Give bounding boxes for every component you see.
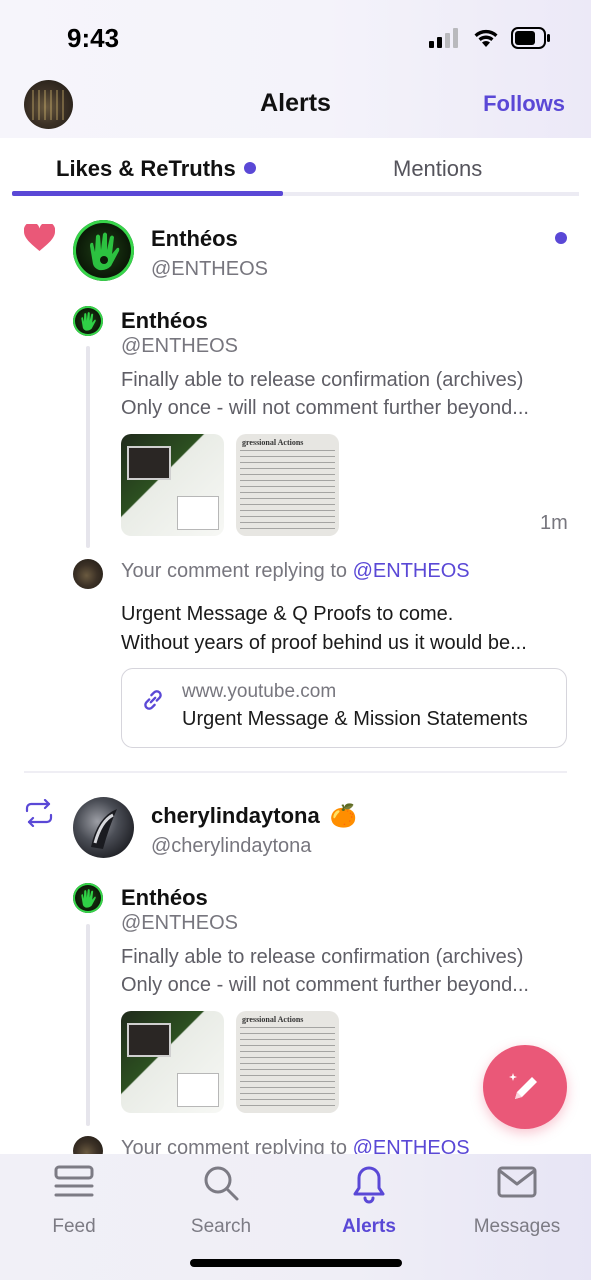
- heart-icon: [24, 224, 55, 251]
- thread-line: [86, 346, 90, 548]
- tab-active-indicator: [12, 191, 283, 196]
- post-author-handle: @ENTHEOS: [121, 912, 238, 934]
- hand-icon: [90, 232, 120, 271]
- post-text-line: Finally able to release confirmation (ar…: [121, 369, 524, 391]
- search-icon: [204, 1166, 239, 1201]
- nav-label: Feed: [52, 1216, 96, 1237]
- envelope-icon: [497, 1166, 537, 1198]
- link-preview-card[interactable]: www.youtube.com Urgent Message & Mission…: [121, 668, 567, 748]
- post-image-thumbnail[interactable]: gressional Actions: [236, 434, 339, 536]
- nav-label: Search: [190, 1216, 252, 1237]
- unread-dot: [555, 232, 567, 244]
- post-text-line: Finally able to release confirmation (ar…: [121, 946, 524, 968]
- actor-handle: @ENTHEOS: [151, 258, 268, 280]
- home-indicator: [190, 1259, 402, 1267]
- post-image-thumbnail[interactable]: [121, 1011, 224, 1113]
- nav-label: Alerts: [342, 1216, 396, 1237]
- hand-icon: [81, 312, 96, 331]
- reply-prefix: Your comment replying to: [121, 560, 353, 582]
- actor-name: cherylindaytona: [151, 803, 320, 828]
- reply-context: Your comment replying to @ENTHEOS: [121, 560, 470, 583]
- avatar-image: [91, 809, 117, 849]
- link-title: Urgent Message & Mission Statements: [182, 708, 528, 730]
- thread-line: [86, 924, 90, 1126]
- battery-icon: [511, 27, 550, 49]
- link-icon: [144, 690, 162, 710]
- tab-likes-label: Likes & ReTruths: [56, 156, 236, 181]
- post-text-line: Only once - will not comment further bey…: [121, 974, 529, 996]
- retruth-icon: [25, 799, 53, 827]
- post-author-name[interactable]: Enthéos: [121, 885, 208, 911]
- divider: [24, 771, 567, 773]
- compose-button[interactable]: [483, 1045, 567, 1129]
- signal-icon: [429, 28, 458, 48]
- follows-link[interactable]: Follows: [483, 91, 565, 117]
- post-image-thumbnail[interactable]: [121, 434, 224, 536]
- tab-bar: Likes & ReTruths Mentions: [0, 138, 591, 196]
- post-author-name[interactable]: Enthéos: [121, 308, 208, 334]
- post-author-avatar[interactable]: [73, 306, 103, 336]
- thumbnail-caption: gressional Actions: [242, 1015, 304, 1024]
- actor-name-row[interactable]: cherylindaytona 🍊: [151, 803, 357, 829]
- hand-icon: [81, 889, 96, 908]
- actor-emoji: 🍊: [329, 803, 358, 828]
- wifi-icon: [474, 29, 498, 47]
- post-text-line: Only once - will not comment further bey…: [121, 397, 529, 419]
- bell-icon: [353, 1166, 385, 1204]
- reply-text-line: Without years of proof behind us it woul…: [121, 632, 527, 654]
- post-timestamp: 1m: [540, 512, 568, 534]
- unread-dot: [243, 162, 256, 175]
- tab-mentions[interactable]: Mentions: [393, 156, 482, 182]
- post-image-thumbnail[interactable]: gressional Actions: [236, 1011, 339, 1113]
- post-author-handle: @ENTHEOS: [121, 335, 238, 357]
- reply-text-line: Urgent Message & Q Proofs to come.: [121, 603, 454, 625]
- actor-avatar[interactable]: [73, 220, 134, 281]
- my-avatar[interactable]: [73, 559, 103, 589]
- status-time: 9:43: [67, 23, 120, 53]
- actor-handle: @cherylindaytona: [151, 835, 312, 857]
- status-icons: [429, 27, 551, 49]
- actor-name[interactable]: Enthéos: [151, 226, 238, 252]
- post-author-avatar[interactable]: [73, 883, 103, 913]
- thumbnail-caption: gressional Actions: [242, 438, 304, 447]
- nav-label: Messages: [473, 1216, 561, 1237]
- feed-icon: [54, 1165, 94, 1197]
- link-domain: www.youtube.com: [182, 681, 337, 702]
- actor-avatar[interactable]: [73, 797, 134, 858]
- mention-link[interactable]: @ENTHEOS: [353, 560, 470, 582]
- tab-likes-retruths[interactable]: Likes & ReTruths: [56, 156, 256, 182]
- pencil-sparkle-icon: [509, 1073, 537, 1099]
